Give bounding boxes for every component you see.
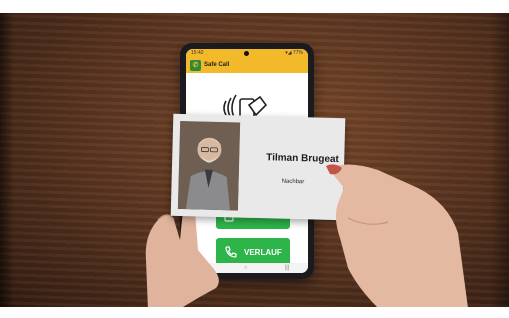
- image-border-bottom: [0, 307, 509, 318]
- app-logo-icon: ✆: [190, 59, 201, 71]
- portrait-photo: [177, 120, 241, 211]
- image-border-top: [0, 0, 509, 13]
- app-bar: ✆ Safe Call: [186, 57, 308, 73]
- status-indicators: ▾◢ 77%: [285, 50, 303, 56]
- right-hand: [326, 164, 468, 308]
- verlauf-label: VERLAUF: [244, 247, 282, 257]
- front-camera: [244, 51, 249, 56]
- status-time: 15:42: [191, 50, 204, 56]
- app-title: Safe Call: [204, 62, 230, 68]
- photo-scene: 15:42 ▾◢ 77% ✆ Safe Call VERLAUF ○ ||| T…: [0, 0, 509, 318]
- elderly-man-portrait: [177, 120, 241, 211]
- card-role: Nachbar: [281, 178, 305, 186]
- recents-nav-icon[interactable]: |||: [285, 265, 290, 271]
- home-nav-icon[interactable]: ○: [244, 265, 248, 271]
